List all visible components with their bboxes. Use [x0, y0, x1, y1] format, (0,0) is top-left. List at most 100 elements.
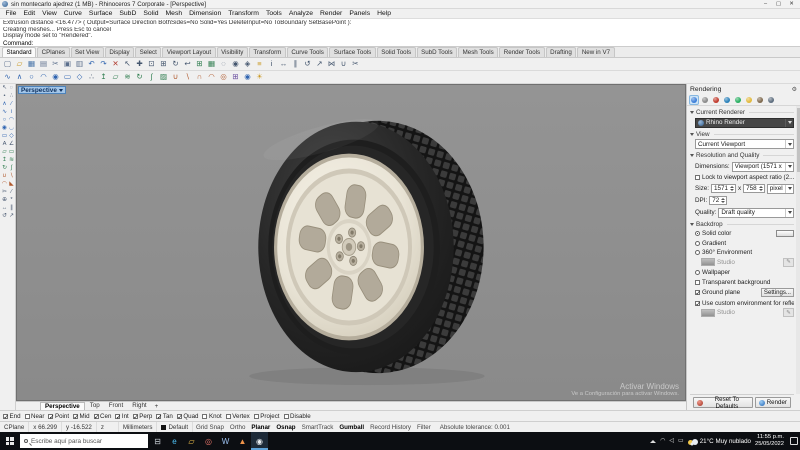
save-icon[interactable]: ▦: [26, 58, 37, 70]
menu-item[interactable]: Transform: [225, 10, 263, 17]
copy-object-icon[interactable]: ∥: [290, 58, 301, 70]
copy-icon[interactable]: ▣: [62, 58, 73, 70]
units-indicator[interactable]: Millimeters: [119, 422, 158, 432]
properties-icon[interactable]: i: [266, 58, 277, 70]
tab-rendering[interactable]: [689, 94, 699, 105]
spinner-arrows-icon[interactable]: [721, 198, 726, 203]
osnap-toggle[interactable]: Knot: [202, 413, 222, 420]
menu-item[interactable]: Analyze: [285, 10, 316, 17]
toolbar-tab[interactable]: Viewport Layout: [162, 47, 216, 57]
add-viewport-tab-button[interactable]: +: [152, 403, 162, 410]
osnap-toggle[interactable]: Point: [48, 413, 69, 421]
trim-icon[interactable]: ✂: [350, 58, 361, 70]
revolve-icon[interactable]: ↻: [134, 71, 145, 83]
lock-icon[interactable]: ◈: [242, 58, 253, 70]
line-icon[interactable]: ∕: [8, 101, 15, 109]
patch-icon[interactable]: ▨: [158, 71, 169, 83]
cplane-button[interactable]: CPlane: [0, 422, 30, 432]
perspective-viewport[interactable]: Perspective Activar Windows Ve a Configu…: [16, 84, 686, 401]
cut-icon[interactable]: ✂: [50, 58, 61, 70]
viewport-tab[interactable]: Perspective: [40, 402, 85, 410]
toolbar-tab[interactable]: Surface Tools: [329, 47, 376, 57]
conic-icon[interactable]: ◡: [8, 125, 15, 133]
toolbar-tab[interactable]: Visibility: [216, 47, 248, 57]
sun-icon[interactable]: ☀: [254, 71, 265, 83]
toolbar-tab[interactable]: New in V7: [577, 47, 615, 57]
osnap-toggle[interactable]: Int: [115, 413, 129, 421]
boolean-union-icon[interactable]: ∪: [170, 71, 181, 83]
plane-icon[interactable]: ▭: [8, 149, 15, 157]
menu-item[interactable]: Mesh: [162, 10, 186, 17]
boolean-intersect-icon[interactable]: ∩: [194, 71, 205, 83]
menu-item[interactable]: Render: [317, 10, 346, 17]
redo-icon[interactable]: ↷: [98, 58, 109, 70]
taskbar-search-input[interactable]: Escribe aquí para buscar: [20, 434, 148, 448]
transparent-background-checkbox[interactable]: Transparent background: [695, 279, 794, 286]
osnap-toggle[interactable]: Disable: [283, 413, 311, 420]
point-cloud-icon[interactable]: ∴: [8, 93, 15, 101]
toolbar-tab[interactable]: Render Tools: [499, 47, 545, 57]
menu-item[interactable]: Surface: [85, 10, 115, 17]
reset-defaults-button[interactable]: Reset To Defaults: [693, 396, 753, 410]
mirror-icon[interactable]: ⋈: [326, 58, 337, 70]
clock[interactable]: 11:55 p.m. 25/05/2022: [755, 434, 784, 447]
trim-icon[interactable]: ✂: [1, 189, 8, 197]
menu-item[interactable]: Help: [374, 10, 395, 17]
tray-expand-icon[interactable]: [650, 439, 657, 443]
toolbar-tab[interactable]: Mesh Tools: [458, 47, 499, 57]
status-toggle[interactable]: Record History: [367, 422, 414, 432]
layers-icon[interactable]: ≡: [254, 58, 265, 70]
width-input[interactable]: 1571: [711, 184, 737, 193]
environment-radio[interactable]: 360° Environment: [695, 249, 794, 256]
copy-icon[interactable]: ∥: [8, 205, 15, 213]
section-resolution[interactable]: Resolution and Quality: [690, 152, 794, 159]
curve-icon[interactable]: ∿: [2, 71, 13, 83]
boolean-union-icon[interactable]: ∪: [1, 173, 8, 181]
tab-display[interactable]: [766, 95, 776, 105]
arc-icon[interactable]: ◠: [8, 117, 15, 125]
menu-item[interactable]: Solid: [140, 10, 162, 17]
ellipse-icon[interactable]: ◉: [50, 71, 61, 83]
tab-properties[interactable]: [700, 95, 710, 105]
gradient-radio[interactable]: Gradient: [695, 240, 794, 247]
osnap-toggle[interactable]: Project: [253, 413, 280, 420]
open-file-icon[interactable]: ▱: [14, 58, 25, 70]
dimension-icon[interactable]: ∠: [8, 141, 15, 149]
delete-icon[interactable]: ✕: [110, 58, 121, 70]
scale-icon[interactable]: ↗: [314, 58, 325, 70]
height-input[interactable]: 758: [743, 184, 765, 193]
network-icon[interactable]: ◠: [660, 438, 665, 444]
status-toggle[interactable]: Filter: [414, 422, 434, 432]
join-icon[interactable]: ⊕: [1, 197, 8, 205]
toolbar-tab[interactable]: CPlanes: [37, 47, 70, 57]
weather-widget[interactable]: 21°C Muy nublado: [687, 437, 751, 445]
gear-icon[interactable]: ⚙: [792, 86, 797, 93]
toolbar-tab[interactable]: Set View: [70, 47, 104, 57]
units-select[interactable]: pixels: [766, 183, 794, 194]
split-icon[interactable]: ∕: [8, 189, 15, 197]
tab-sun[interactable]: [744, 95, 754, 105]
solid-color-radio[interactable]: Solid color: [695, 230, 794, 237]
ellipse-icon[interactable]: ◉: [1, 125, 8, 133]
extrude-icon[interactable]: ↥: [1, 157, 8, 165]
tab-texture[interactable]: [733, 95, 743, 105]
chamfer-icon[interactable]: ◣: [8, 181, 15, 189]
rotate-icon[interactable]: ↺: [302, 58, 313, 70]
scrollbar-thumb[interactable]: [796, 108, 800, 172]
cage-edit-icon[interactable]: ⊞: [230, 71, 241, 83]
word-icon[interactable]: W: [217, 432, 234, 450]
show-icon[interactable]: ◉: [230, 58, 241, 70]
toolbar-tab[interactable]: SubD Tools: [416, 47, 458, 57]
toolbar-tab[interactable]: Solid Tools: [376, 47, 416, 57]
sweep-icon[interactable]: ∫: [146, 71, 157, 83]
osnap-toggle[interactable]: Mid: [73, 413, 90, 421]
osnap-toggle[interactable]: Cen: [93, 413, 111, 421]
menu-item[interactable]: File: [2, 10, 20, 17]
undo-icon[interactable]: ↶: [86, 58, 97, 70]
select-icon[interactable]: ↖: [122, 58, 133, 70]
rectangle-icon[interactable]: ▭: [62, 71, 73, 83]
ground-settings-button[interactable]: Settings...: [760, 288, 794, 297]
toolbar-tab[interactable]: Drafting: [545, 47, 577, 57]
osnap-toggle[interactable]: Tan: [156, 413, 173, 421]
revolve-icon[interactable]: ↻: [1, 165, 8, 173]
